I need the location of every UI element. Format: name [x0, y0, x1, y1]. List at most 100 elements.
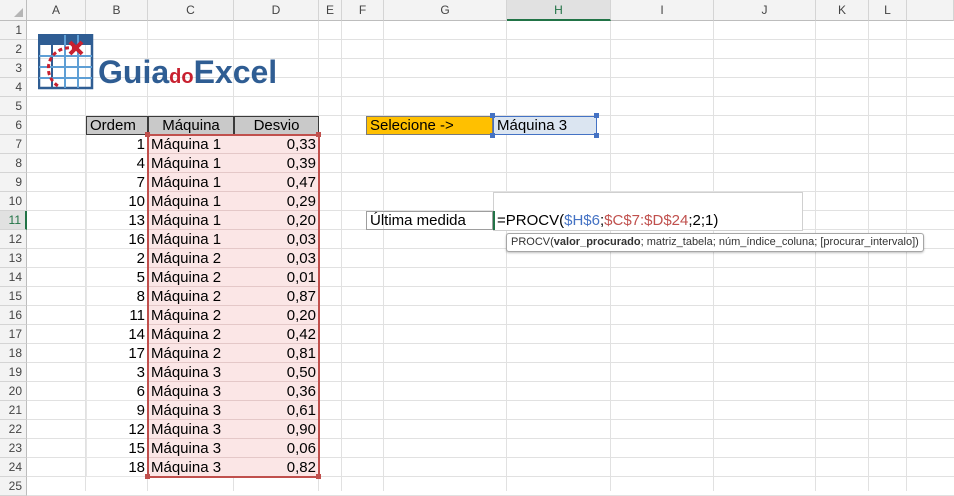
- row-header-14[interactable]: 14: [0, 268, 27, 287]
- table-cell-desvio[interactable]: 0,90: [234, 420, 319, 439]
- table-cell-maquina[interactable]: Máquina 1: [148, 192, 234, 211]
- row-header-7[interactable]: 7: [0, 135, 27, 154]
- table-header-desvio[interactable]: Desvio: [234, 116, 319, 135]
- table-cell-maquina[interactable]: Máquina 2: [148, 325, 234, 344]
- table-cell-ordem[interactable]: 15: [86, 439, 148, 458]
- row-header-13[interactable]: 13: [0, 249, 27, 268]
- row-header-8[interactable]: 8: [0, 154, 27, 173]
- column-header-b[interactable]: B: [86, 0, 148, 21]
- row-header-24[interactable]: 24: [0, 458, 27, 477]
- row-header-11[interactable]: 11: [0, 211, 27, 230]
- table-cell-desvio[interactable]: 0,39: [234, 154, 319, 173]
- table-cell-maquina[interactable]: Máquina 1: [148, 230, 234, 249]
- table-cell-desvio[interactable]: 0,82: [234, 458, 319, 477]
- formula-cell-editor[interactable]: =PROCV($H$6; $C$7:$D$24 ;2;1): [493, 211, 803, 230]
- tooltip-function[interactable]: PROCV(: [511, 236, 554, 248]
- row-header-20[interactable]: 20: [0, 382, 27, 401]
- table-header-maquina[interactable]: Máquina: [148, 116, 234, 135]
- table-cell-ordem[interactable]: 12: [86, 420, 148, 439]
- table-header-ordem[interactable]: Ordem: [86, 116, 148, 135]
- selector-handle-bl[interactable]: [490, 133, 495, 138]
- column-header-d[interactable]: D: [234, 0, 319, 21]
- row-header-22[interactable]: 22: [0, 420, 27, 439]
- row-header-12[interactable]: 12: [0, 230, 27, 249]
- table-cell-maquina[interactable]: Máquina 2: [148, 344, 234, 363]
- row-header-19[interactable]: 19: [0, 363, 27, 382]
- table-cell-ordem[interactable]: 14: [86, 325, 148, 344]
- table-cell-desvio[interactable]: 0,20: [234, 306, 319, 325]
- column-header-i[interactable]: I: [611, 0, 714, 21]
- table-cell-desvio[interactable]: 0,20: [234, 211, 319, 230]
- table-cell-desvio[interactable]: 0,50: [234, 363, 319, 382]
- row-header-1[interactable]: 1: [0, 21, 27, 40]
- row-header-5[interactable]: 5: [0, 97, 27, 116]
- row-header-18[interactable]: 18: [0, 344, 27, 363]
- table-cell-desvio[interactable]: 0,33: [234, 135, 319, 154]
- column-header-j[interactable]: J: [714, 0, 816, 21]
- tooltip-args-rest[interactable]: ; matriz_tabela; núm_índice_coluna; [pro…: [641, 236, 919, 248]
- table-cell-maquina[interactable]: Máquina 3: [148, 382, 234, 401]
- column-header-h[interactable]: H: [507, 0, 611, 21]
- select-all-corner[interactable]: [0, 0, 27, 21]
- range-handle-tl[interactable]: [145, 132, 150, 137]
- table-cell-ordem[interactable]: 3: [86, 363, 148, 382]
- selector-handle-br[interactable]: [594, 133, 599, 138]
- table-cell-ordem[interactable]: 7: [86, 173, 148, 192]
- table-cell-desvio[interactable]: 0,03: [234, 249, 319, 268]
- row-header-10[interactable]: 10: [0, 192, 27, 211]
- column-header-e[interactable]: E: [319, 0, 342, 21]
- row-header-9[interactable]: 9: [0, 173, 27, 192]
- table-cell-desvio[interactable]: 0,01: [234, 268, 319, 287]
- row-header-21[interactable]: 21: [0, 401, 27, 420]
- table-cell-maquina[interactable]: Máquina 3: [148, 363, 234, 382]
- range-handle-br[interactable]: [316, 474, 321, 479]
- column-header-a[interactable]: A: [27, 0, 86, 21]
- row-header-2[interactable]: 2: [0, 40, 27, 59]
- row-header-6[interactable]: 6: [0, 116, 27, 135]
- column-header-f[interactable]: F: [342, 0, 384, 21]
- table-cell-desvio[interactable]: 0,29: [234, 192, 319, 211]
- table-cell-ordem[interactable]: 1: [86, 135, 148, 154]
- row-header-25[interactable]: 25: [0, 477, 27, 496]
- column-header-k[interactable]: K: [816, 0, 869, 21]
- table-cell-ordem[interactable]: 6: [86, 382, 148, 401]
- table-cell-ordem[interactable]: 18: [86, 458, 148, 477]
- table-cell-maquina[interactable]: Máquina 2: [148, 249, 234, 268]
- tooltip-arg-current[interactable]: valor_procurado: [554, 236, 641, 248]
- range-handle-bl[interactable]: [145, 474, 150, 479]
- range-handle-tr[interactable]: [316, 132, 321, 137]
- table-cell-ordem[interactable]: 9: [86, 401, 148, 420]
- table-cell-ordem[interactable]: 8: [86, 287, 148, 306]
- table-cell-maquina[interactable]: Máquina 1: [148, 154, 234, 173]
- table-cell-desvio[interactable]: 0,87: [234, 287, 319, 306]
- table-cell-desvio[interactable]: 0,81: [234, 344, 319, 363]
- row-header-16[interactable]: 16: [0, 306, 27, 325]
- table-cell-desvio[interactable]: 0,42: [234, 325, 319, 344]
- column-header-c[interactable]: C: [148, 0, 234, 21]
- row-header-17[interactable]: 17: [0, 325, 27, 344]
- table-cell-maquina[interactable]: Máquina 2: [148, 287, 234, 306]
- table-cell-ordem[interactable]: 16: [86, 230, 148, 249]
- table-cell-desvio[interactable]: 0,47: [234, 173, 319, 192]
- row-header-4[interactable]: 4: [0, 78, 27, 97]
- table-cell-desvio[interactable]: 0,06: [234, 439, 319, 458]
- table-cell-ordem[interactable]: 11: [86, 306, 148, 325]
- row-header-15[interactable]: 15: [0, 287, 27, 306]
- column-header-m[interactable]: [907, 0, 954, 21]
- table-cell-ordem[interactable]: 4: [86, 154, 148, 173]
- selector-value-cell[interactable]: Máquina 3: [493, 116, 597, 135]
- row-header-23[interactable]: 23: [0, 439, 27, 458]
- table-cell-maquina[interactable]: Máquina 1: [148, 135, 234, 154]
- column-header-g[interactable]: G: [384, 0, 507, 21]
- table-cell-desvio[interactable]: 0,61: [234, 401, 319, 420]
- table-cell-maquina[interactable]: Máquina 2: [148, 306, 234, 325]
- table-cell-ordem[interactable]: 17: [86, 344, 148, 363]
- column-header-l[interactable]: L: [869, 0, 907, 21]
- table-cell-desvio[interactable]: 0,36: [234, 382, 319, 401]
- table-cell-maquina[interactable]: Máquina 1: [148, 173, 234, 192]
- row-header-3[interactable]: 3: [0, 59, 27, 78]
- table-cell-maquina[interactable]: Máquina 1: [148, 211, 234, 230]
- table-cell-ordem[interactable]: 10: [86, 192, 148, 211]
- table-cell-ordem[interactable]: 13: [86, 211, 148, 230]
- table-cell-desvio[interactable]: 0,03: [234, 230, 319, 249]
